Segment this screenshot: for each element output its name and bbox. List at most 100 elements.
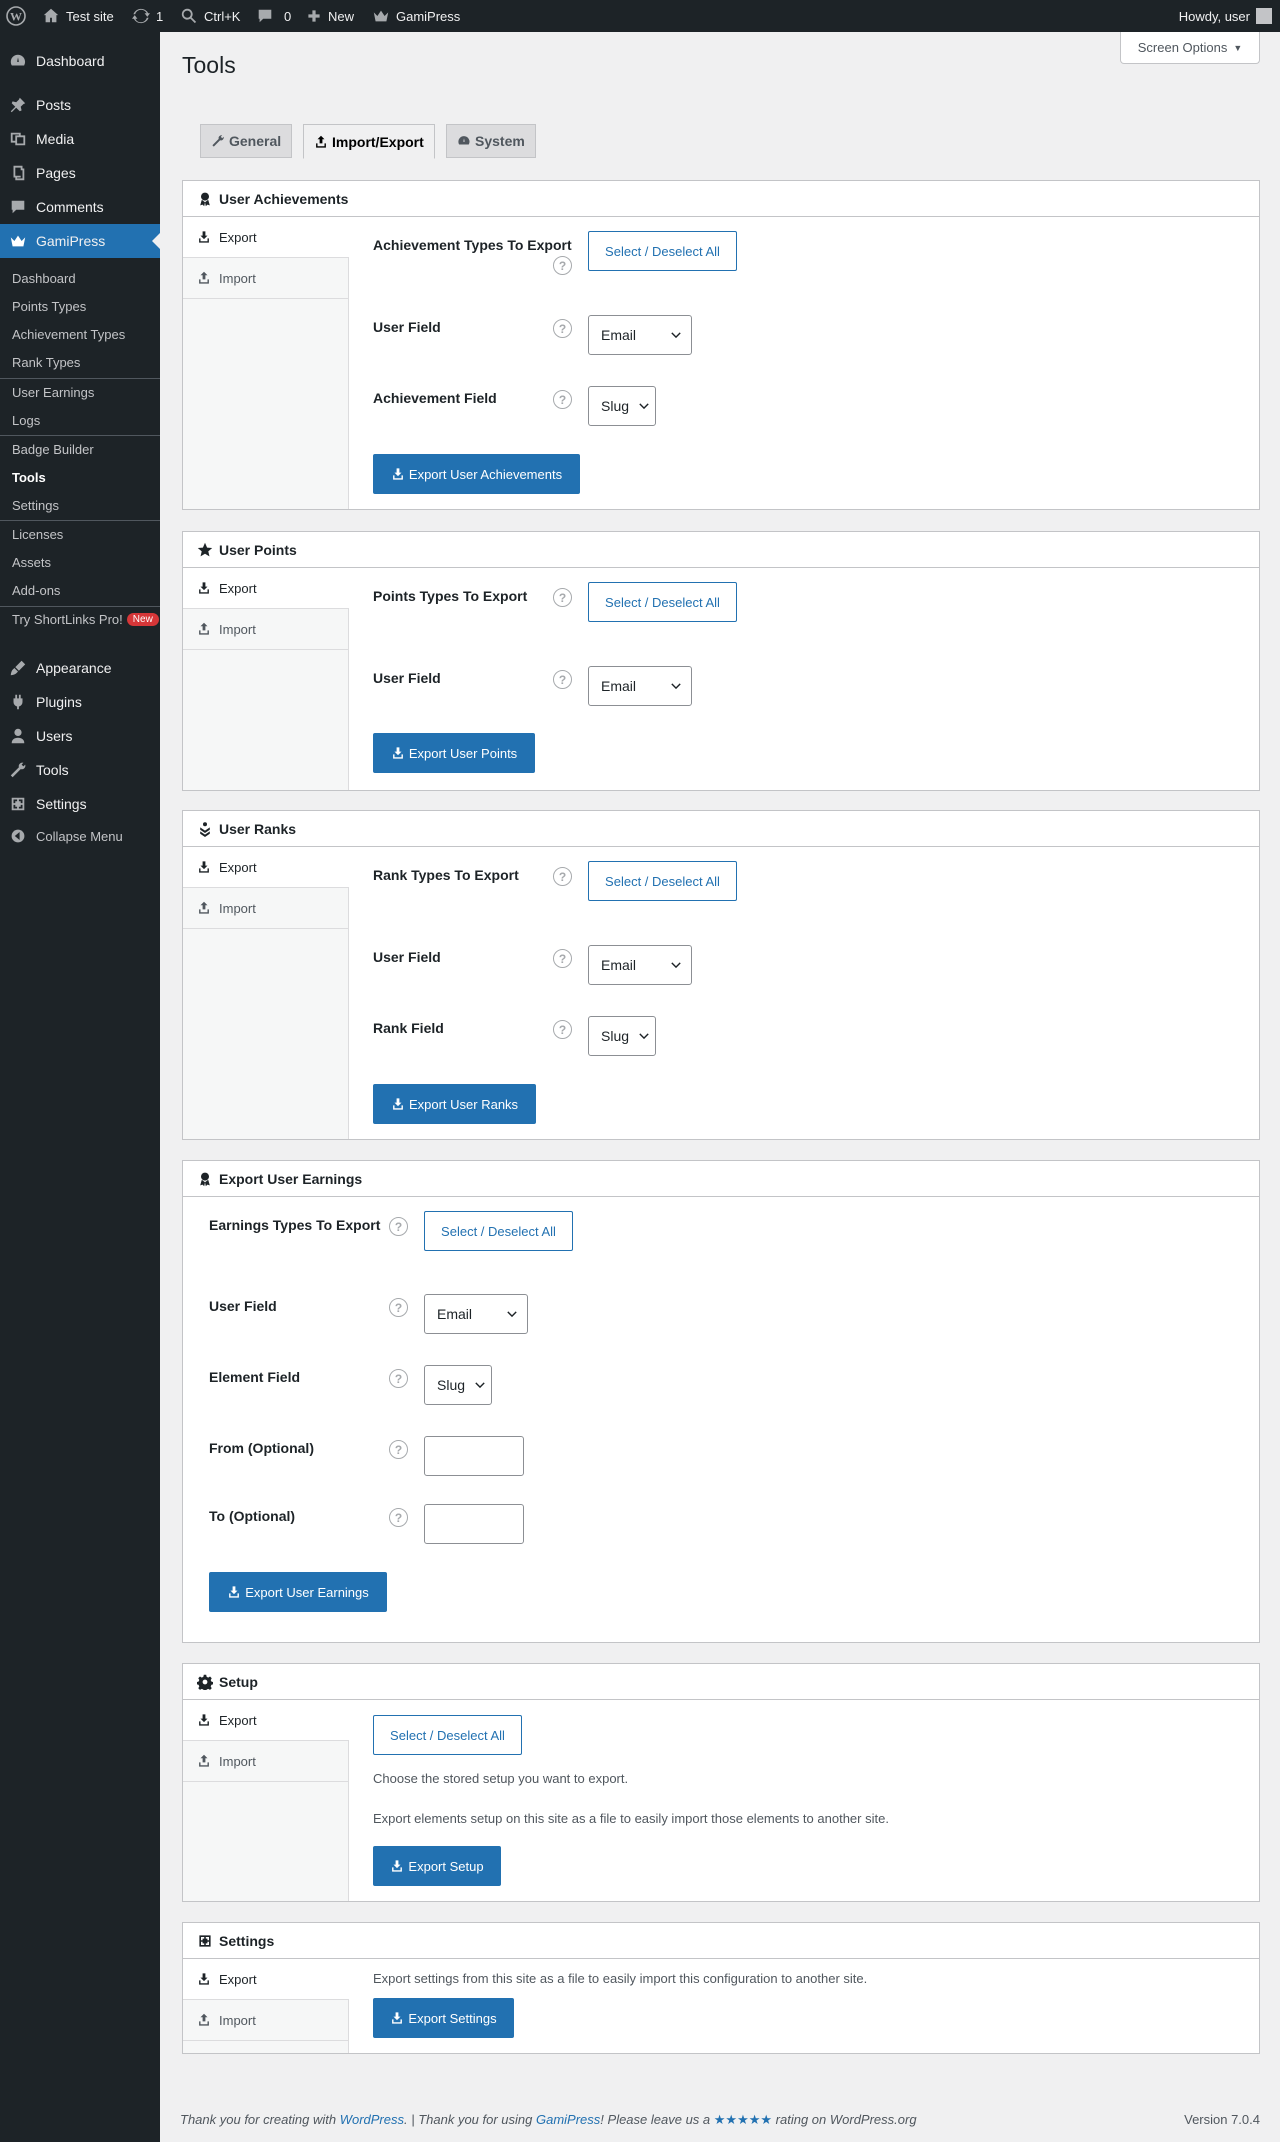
help-icon[interactable]: ? (553, 588, 572, 607)
user-field-label: User Field (373, 319, 441, 335)
menu-plugins[interactable]: Plugins (0, 685, 160, 719)
vtab-export[interactable]: Export (183, 847, 349, 888)
menu-comments[interactable]: Comments (0, 190, 160, 224)
vtab-export[interactable]: Export (183, 1700, 349, 1741)
user-field-select[interactable]: Email (588, 315, 692, 355)
admin-sidebar: Dashboard Posts Media Pages Comments Gam… (0, 32, 160, 2142)
help-icon[interactable]: ? (553, 867, 572, 886)
screen-options-button[interactable]: Screen Options ▼ (1120, 32, 1260, 64)
user-field-label: User Field (373, 949, 441, 965)
avatar (1256, 8, 1272, 24)
help-icon[interactable]: ? (553, 319, 572, 338)
help-icon[interactable]: ? (389, 1440, 408, 1459)
rank-icon (200, 821, 210, 837)
submenu-dashboard[interactable]: Dashboard (0, 264, 160, 292)
user-field-select[interactable]: Email (588, 666, 692, 706)
submenu-licenses[interactable]: Licenses (0, 520, 160, 548)
updates-link[interactable]: 1 (132, 0, 163, 32)
submenu-logs[interactable]: Logs (0, 406, 160, 434)
submenu-tools[interactable]: Tools (0, 463, 160, 491)
menu-settings[interactable]: Settings (0, 787, 160, 821)
help-icon[interactable]: ? (389, 1217, 408, 1236)
help-icon[interactable]: ? (389, 1369, 408, 1388)
user-field-select[interactable]: Email (424, 1294, 528, 1334)
export-settings-button[interactable]: Export Settings (373, 1998, 514, 2038)
vtab-import[interactable]: Import (183, 1741, 348, 1782)
my-account-link[interactable]: Howdy, user (1179, 0, 1272, 32)
chevron-down-icon (671, 332, 681, 339)
gamipress-adminbar-link[interactable]: GamiPress (372, 0, 460, 32)
wordpress-logo-icon[interactable]: W (6, 0, 26, 32)
comments-link[interactable]: 0 (256, 0, 291, 32)
tab-general[interactable]: General (200, 124, 293, 158)
vertical-tabs: Export Import (183, 217, 349, 509)
menu-appearance[interactable]: Appearance (0, 651, 160, 685)
menu-media[interactable]: Media (0, 122, 160, 156)
tab-import-export[interactable]: Import/Export (303, 124, 435, 159)
new-content-link[interactable]: New (306, 0, 354, 32)
collapse-menu-button[interactable]: Collapse Menu (0, 819, 160, 853)
dashboard-icon (10, 54, 26, 66)
select-deselect-all-button[interactable]: Select / Deselect All (373, 1715, 522, 1755)
export-user-ranks-button[interactable]: Export User Ranks (373, 1084, 536, 1124)
select-deselect-all-button[interactable]: Select / Deselect All (588, 231, 737, 271)
wordpress-link[interactable]: WordPress (340, 2112, 404, 2127)
chevron-down-icon (639, 403, 649, 410)
submenu-points-types[interactable]: Points Types (0, 292, 160, 320)
submenu-shortlinks[interactable]: Try ShortLinks Pro! New (0, 605, 160, 633)
select-deselect-all-button[interactable]: Select / Deselect All (424, 1211, 573, 1251)
menu-users[interactable]: Users (0, 719, 160, 753)
upload-icon (199, 901, 209, 914)
user-ranks-box: User Ranks Export Import Rank Types To E… (182, 810, 1260, 1140)
search-link[interactable]: Ctrl+K (180, 0, 240, 32)
user-field-label: User Field (209, 1298, 277, 1314)
vtab-export[interactable]: Export (183, 217, 349, 258)
select-deselect-all-button[interactable]: Select / Deselect All (588, 582, 737, 622)
export-user-points-button[interactable]: Export User Points (373, 733, 535, 773)
menu-posts[interactable]: Posts (0, 88, 160, 122)
submenu-rank-types[interactable]: Rank Types (0, 348, 160, 376)
help-icon[interactable]: ? (553, 949, 572, 968)
download-icon (229, 1586, 240, 1598)
menu-dashboard[interactable]: Dashboard (0, 44, 160, 78)
setup-description: Choose the stored setup you want to expo… (373, 1771, 629, 1786)
rank-field-select[interactable]: Slug (588, 1016, 656, 1056)
from-date-input[interactable] (424, 1436, 524, 1476)
vtab-import[interactable]: Import (183, 258, 348, 299)
help-icon[interactable]: ? (553, 1020, 572, 1039)
rating-stars-link[interactable]: ★★★★★ (714, 2112, 772, 2127)
submenu-addons[interactable]: Add-ons (0, 576, 160, 604)
submenu-assets[interactable]: Assets (0, 548, 160, 576)
to-date-input[interactable] (424, 1504, 524, 1544)
submenu-settings[interactable]: Settings (0, 491, 160, 519)
help-icon[interactable]: ? (389, 1508, 408, 1527)
help-icon[interactable]: ? (389, 1298, 408, 1317)
submenu-user-earnings[interactable]: User Earnings (0, 378, 160, 406)
menu-tools[interactable]: Tools (0, 753, 160, 787)
submenu-achievement-types[interactable]: Achievement Types (0, 320, 160, 348)
achievement-field-select[interactable]: Slug (588, 386, 656, 426)
menu-pages[interactable]: Pages (0, 156, 160, 190)
vtab-import[interactable]: Import (183, 888, 348, 929)
user-field-select[interactable]: Email (588, 945, 692, 985)
tab-system[interactable]: System (446, 124, 536, 158)
help-icon[interactable]: ? (553, 390, 572, 409)
help-icon[interactable]: ? (553, 670, 572, 689)
site-name-link[interactable]: Test site (42, 0, 114, 32)
vtab-import[interactable]: Import (183, 609, 348, 650)
export-user-achievements-button[interactable]: Export User Achievements (373, 454, 580, 494)
vtab-import[interactable]: Import (183, 2000, 348, 2041)
vtab-export[interactable]: Export (183, 568, 349, 609)
menu-gamipress[interactable]: GamiPress (0, 224, 160, 258)
plugins-icon (13, 694, 23, 710)
export-user-earnings-button[interactable]: Export User Earnings (209, 1572, 387, 1612)
vtab-export[interactable]: Export (183, 1959, 349, 2000)
chevron-down-icon (671, 683, 681, 690)
element-field-select[interactable]: Slug (424, 1365, 492, 1405)
submenu-badge-builder[interactable]: Badge Builder (0, 435, 160, 463)
select-deselect-all-button[interactable]: Select / Deselect All (588, 861, 737, 901)
gamipress-link[interactable]: GamiPress (536, 2112, 600, 2127)
export-setup-button[interactable]: Export Setup (373, 1846, 501, 1886)
help-icon[interactable]: ? (553, 256, 572, 275)
home-icon (43, 8, 59, 23)
